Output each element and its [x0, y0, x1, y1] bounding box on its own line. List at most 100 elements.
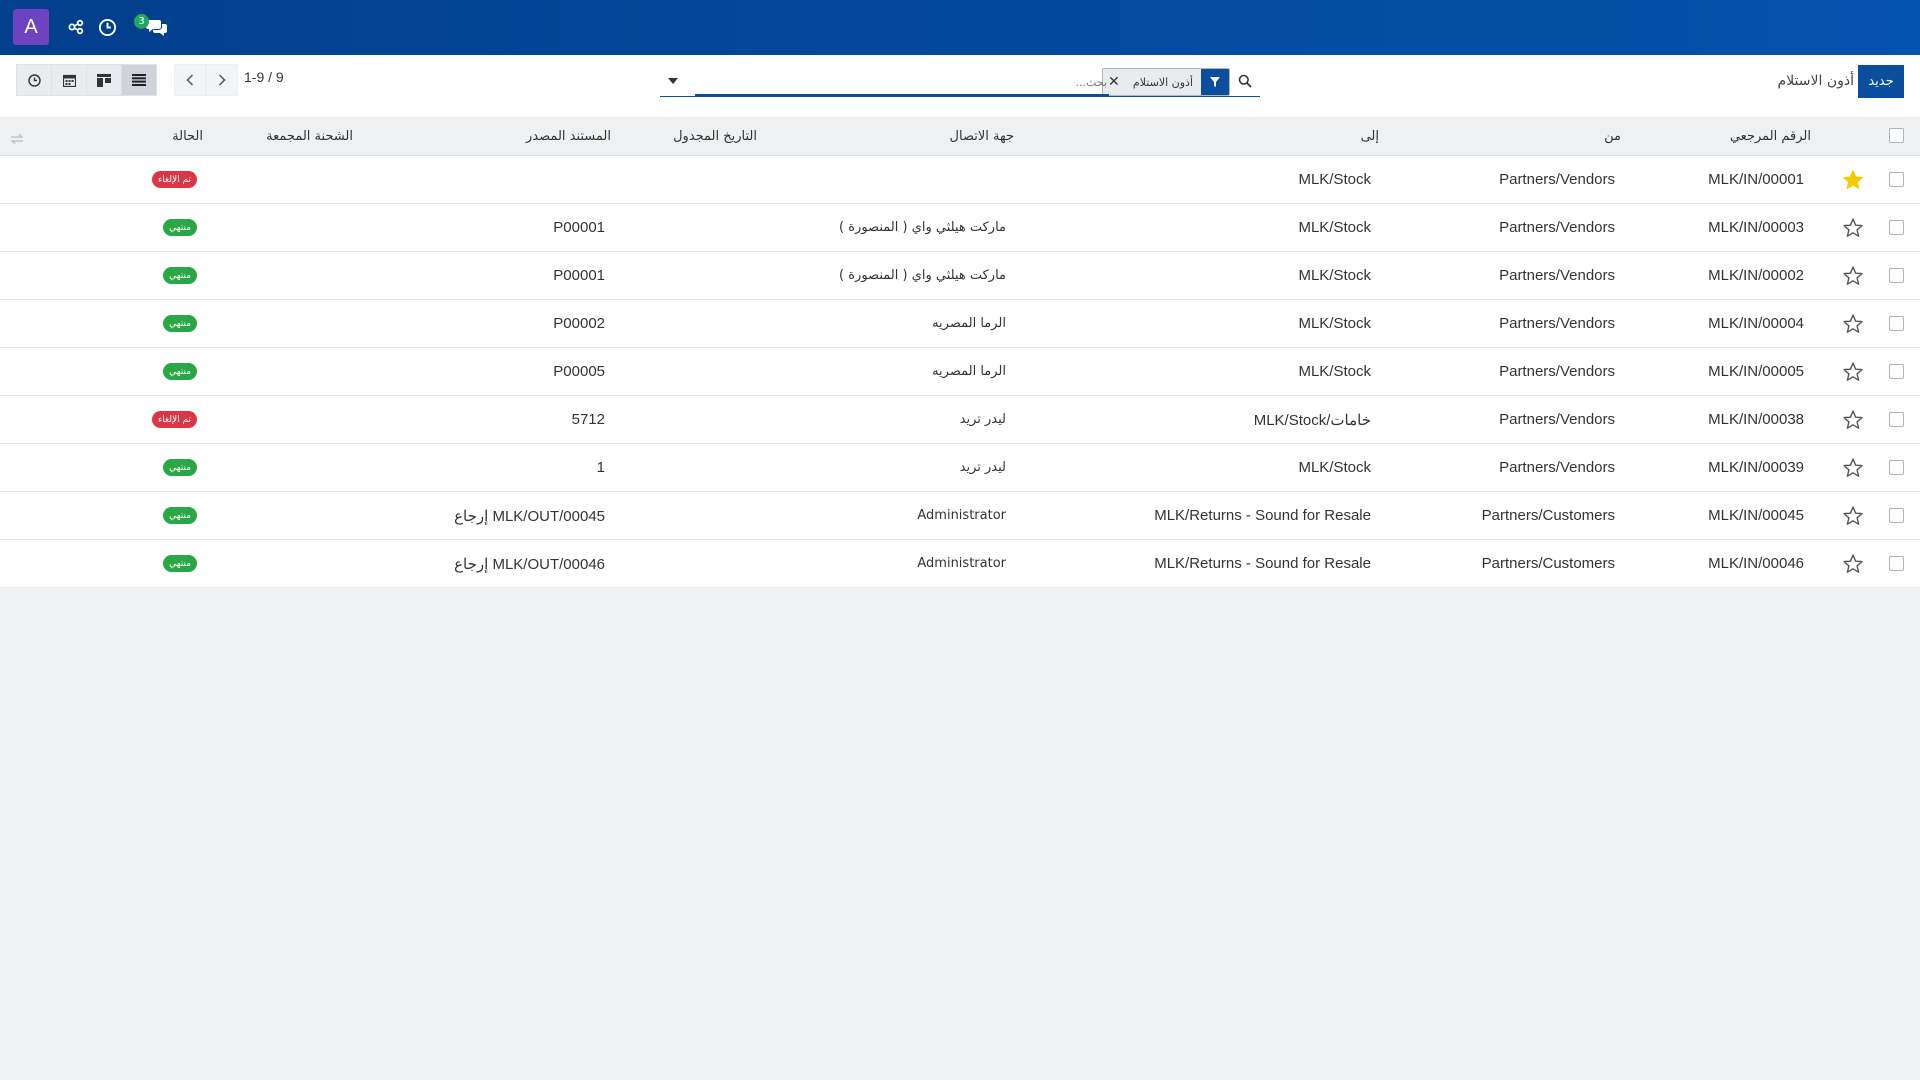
calendar-view-button[interactable]	[51, 64, 87, 96]
new-button[interactable]: جديد	[1858, 65, 1904, 98]
contact-cell: الرما المصريه	[932, 316, 1006, 331]
from-cell: Partners/Customers	[1481, 507, 1615, 524]
reference-cell: MLK/IN/00004	[1708, 315, 1804, 332]
row-checkbox[interactable]	[1889, 315, 1904, 331]
star-icon[interactable]	[1842, 265, 1864, 287]
select-all-checkbox[interactable]	[1889, 128, 1904, 143]
row-checkbox[interactable]	[1889, 555, 1904, 571]
header-status[interactable]: الحالة	[172, 117, 203, 155]
star-icon[interactable]	[1842, 217, 1864, 239]
table-row[interactable]: MLK/IN/00003 Partners/Vendors MLK/Stock مار…	[0, 204, 1920, 252]
top-navbar: A 3	[0, 0, 1920, 55]
row-checkbox[interactable]	[1889, 219, 1904, 235]
from-cell: Partners/Vendors	[1499, 267, 1615, 284]
reference-cell: MLK/IN/00003	[1708, 219, 1804, 236]
from-cell: Partners/Vendors	[1499, 315, 1615, 332]
row-checkbox[interactable]	[1889, 267, 1904, 283]
status-badge: تم الإلغاء	[151, 411, 197, 428]
status-badge: منتهي	[163, 459, 197, 476]
search-input[interactable]	[695, 70, 1109, 97]
messages-count-badge: 3	[134, 14, 149, 29]
activity-clock-icon	[27, 73, 41, 87]
from-cell: Partners/Vendors	[1499, 363, 1615, 380]
table-row[interactable]: MLK/IN/00039 Partners/Vendors MLK/Stock ليد…	[0, 444, 1920, 492]
header-contact[interactable]: جهة الاتصال	[950, 117, 1014, 155]
table-row[interactable]: MLK/IN/00002 Partners/Vendors MLK/Stock مار…	[0, 252, 1920, 300]
table-row[interactable]: MLK/IN/00001 Partners/Vendors MLK/Stock تم …	[0, 156, 1920, 204]
to-cell: MLK/Stock	[1298, 459, 1371, 476]
source-document-cell: P00001	[553, 219, 605, 236]
table-row[interactable]: MLK/IN/00004 Partners/Vendors MLK/Stock الر…	[0, 300, 1920, 348]
status-badge: منتهي	[163, 267, 197, 284]
header-source-document[interactable]: المستند المصدر	[526, 117, 611, 155]
from-cell: Partners/Vendors	[1499, 411, 1615, 428]
optional-columns-toggle-icon[interactable]	[10, 129, 24, 144]
header-from[interactable]: من	[1604, 117, 1621, 155]
star-icon[interactable]	[1842, 553, 1864, 575]
source-document-cell: 5712	[571, 411, 605, 428]
table-header: الرقم المرجعي من إلى جهة الاتصال التاريخ…	[0, 117, 1920, 156]
table-body: MLK/IN/00001 Partners/Vendors MLK/Stock تم …	[0, 156, 1920, 588]
to-cell: MLK/Returns - Sound for Resale	[1154, 555, 1371, 572]
breadcrumb: أذون الاستلام	[1777, 73, 1854, 89]
reference-cell: MLK/IN/00001	[1708, 171, 1804, 188]
reference-cell: MLK/IN/00005	[1708, 363, 1804, 380]
to-cell: MLK/Stock	[1298, 171, 1371, 188]
search-icon[interactable]	[1230, 68, 1260, 94]
status-badge: تم الإلغاء	[151, 171, 197, 188]
contact-cell: Administrator	[917, 556, 1006, 571]
star-icon[interactable]	[1842, 457, 1864, 479]
pager-previous-button[interactable]	[174, 64, 206, 96]
list-view-button[interactable]	[121, 64, 157, 96]
to-cell: MLK/Stock/خامات	[1253, 411, 1371, 429]
header-scheduled-date[interactable]: التاريخ المجدول	[673, 117, 757, 155]
kanban-view-button[interactable]	[86, 64, 122, 96]
status-cell: منتهي	[163, 252, 197, 299]
to-cell: MLK/Stock	[1298, 363, 1371, 380]
clock-icon[interactable]	[95, 15, 119, 39]
to-cell: MLK/Returns - Sound for Resale	[1154, 507, 1371, 524]
contact-cell: ماركت هيلثي واي ( المنصورة )	[839, 268, 1006, 283]
reference-cell: MLK/IN/00045	[1708, 507, 1804, 524]
contact-cell: الرما المصريه	[932, 364, 1006, 379]
share-nodes-icon[interactable]	[64, 15, 88, 39]
row-checkbox[interactable]	[1889, 459, 1904, 475]
user-avatar[interactable]: A	[13, 9, 49, 45]
star-icon[interactable]	[1842, 313, 1864, 335]
status-cell: منتهي	[163, 300, 197, 347]
activity-view-button[interactable]	[16, 64, 52, 96]
kanban-icon	[97, 73, 111, 87]
table-row[interactable]: MLK/IN/00005 Partners/Vendors MLK/Stock الر…	[0, 348, 1920, 396]
source-document-cell: P00005	[553, 363, 605, 380]
row-checkbox[interactable]	[1889, 411, 1904, 427]
search-options-toggle-icon[interactable]	[666, 74, 680, 88]
to-cell: MLK/Stock	[1298, 315, 1371, 332]
row-checkbox[interactable]	[1889, 507, 1904, 523]
status-cell: منتهي	[163, 204, 197, 251]
facet-label: أذون الاستلام	[1124, 69, 1201, 95]
star-icon[interactable]	[1842, 505, 1864, 527]
table-row[interactable]: MLK/IN/00038 Partners/Vendors MLK/Stock/خا…	[0, 396, 1920, 444]
receipts-list: الرقم المرجعي من إلى جهة الاتصال التاريخ…	[0, 117, 1920, 588]
star-icon[interactable]	[1842, 409, 1864, 431]
source-document-cell: إرجاع MLK/OUT/00045	[454, 507, 605, 525]
row-checkbox[interactable]	[1889, 363, 1904, 379]
search-facet: ✕ أذون الاستلام	[1101, 68, 1230, 96]
search-bar: ✕ أذون الاستلام	[660, 66, 1260, 97]
contact-cell: Administrator	[917, 508, 1006, 523]
header-to[interactable]: إلى	[1361, 117, 1379, 155]
status-cell: منتهي	[163, 540, 197, 587]
header-reference[interactable]: الرقم المرجعي	[1730, 117, 1811, 155]
table-row[interactable]: MLK/IN/00046 Partners/Customers MLK/Return…	[0, 540, 1920, 588]
status-badge: منتهي	[163, 507, 197, 524]
pager-value[interactable]: 1-9 / 9	[244, 69, 284, 85]
star-icon[interactable]	[1842, 361, 1864, 383]
status-badge: منتهي	[163, 315, 197, 332]
status-cell: منتهي	[163, 492, 197, 539]
row-checkbox[interactable]	[1889, 171, 1904, 187]
star-filled-icon[interactable]	[1842, 169, 1864, 191]
header-batch-transfer[interactable]: الشحنة المجمعة	[266, 117, 353, 155]
pager-next-button[interactable]	[206, 64, 238, 96]
table-row[interactable]: MLK/IN/00045 Partners/Customers MLK/Return…	[0, 492, 1920, 540]
reference-cell: MLK/IN/00046	[1708, 555, 1804, 572]
